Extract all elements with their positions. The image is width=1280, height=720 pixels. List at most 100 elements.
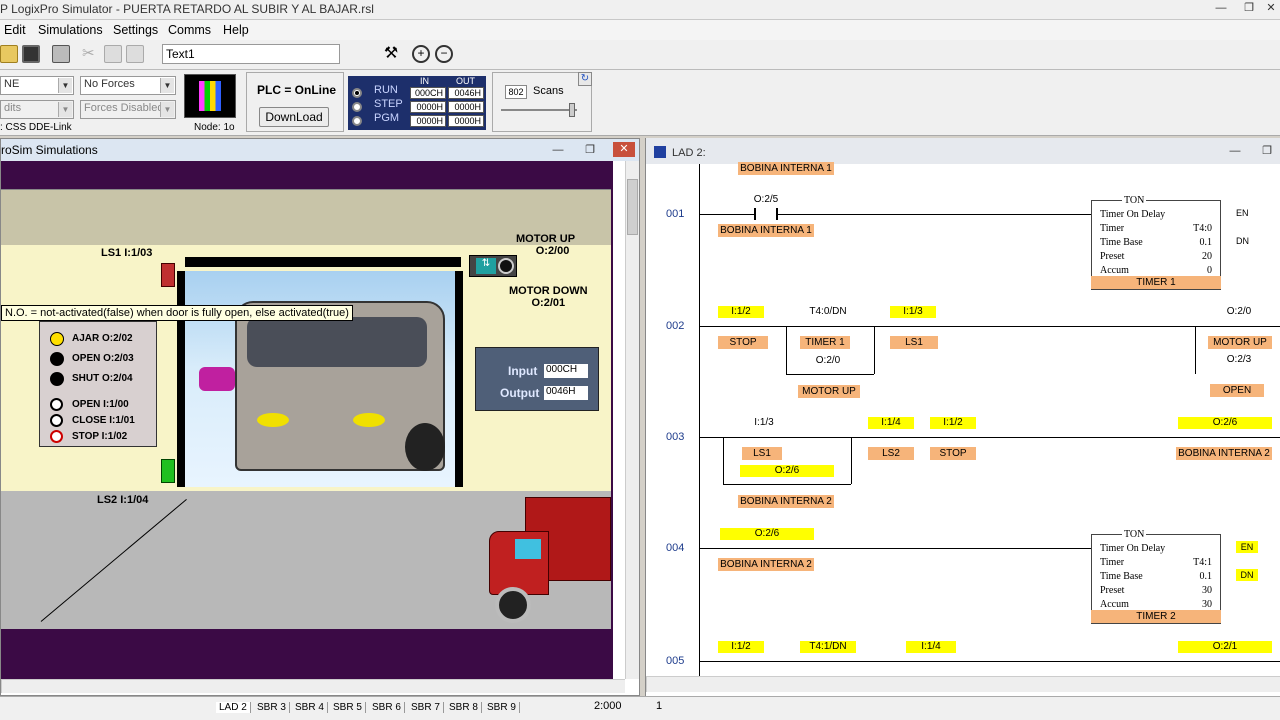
menu-edit[interactable]: Edit [4,23,26,37]
timer-value: T4:1 [1193,557,1212,568]
timer-label: Timer [1100,223,1125,234]
pgm-radio[interactable] [352,116,362,126]
branch-wire [786,374,874,375]
mode-select[interactable]: NE ▼ [0,76,74,95]
rung-number: 005 [666,655,685,667]
coil-address: O:2/6 [1178,417,1272,429]
close-icon[interactable]: ✕ [1262,1,1280,16]
menu-comms[interactable]: Comms [168,23,211,37]
tab-sbr7[interactable]: SBR 7 [408,702,444,713]
time-base-label: Time Base [1100,237,1143,248]
zoom-out-icon[interactable]: − [435,45,453,63]
run-mode-panel: RUN STEP PGM IN OUT 000CH 0000H 0000H 00… [348,76,486,130]
step-label: STEP [374,98,403,110]
in-header: IN [420,76,429,86]
forces-select-value: No Forces [84,78,135,90]
horizontal-scrollbar[interactable] [1,679,625,693]
ton-label: TON [1122,529,1147,540]
scroll-thumb[interactable] [627,179,638,235]
mode-select-value: NE [4,78,20,90]
preset-label: Preset [1100,585,1125,596]
preset-value: 20 [1202,251,1212,262]
tools-icon[interactable]: ⚒ [382,45,400,63]
branch-wire [1195,326,1196,374]
save-icon[interactable] [22,45,40,63]
plc-toolbar: NE ▼ dits ▼ No Forces ▼ Forces Disabled ▼ : … [0,70,1280,136]
tooltip: N.O. = not-activated(false) when door is… [1,305,353,321]
minimize-icon[interactable]: — [549,143,567,158]
plc-status: PLC = OnLine [257,83,337,97]
branch-wire [723,484,851,485]
menu-settings[interactable]: Settings [113,23,158,37]
top-label: BOBINA INTERNA 1 [738,162,834,175]
forces-disabled-select[interactable]: Forces Disabled ▼ [80,100,176,119]
motor-down-text: MOTOR DOWN [509,285,588,297]
ls2-label: LS2 I:1/04 [97,494,149,506]
contact-address: I:1/2 [718,306,764,318]
maximize-icon[interactable]: ❐ [1258,144,1276,159]
contact-name: STOP [718,336,768,349]
tab-sbr4[interactable]: SBR 4 [292,702,328,713]
contact-address: I:1/3 [754,417,774,428]
minimize-icon[interactable]: — [1212,1,1230,16]
rung-number: 003 [666,431,685,443]
tab-sbr9[interactable]: SBR 9 [484,702,520,713]
tab-sbr8[interactable]: SBR 8 [446,702,482,713]
text-field[interactable]: Text1 [162,44,340,64]
branch-wire [851,437,852,484]
edits-select-value: dits [4,102,22,114]
maximize-icon[interactable]: ❐ [1240,1,1258,16]
cut-icon[interactable]: ✂ [82,45,100,63]
vertical-scrollbar[interactable] [625,161,639,679]
zoom-in-icon[interactable]: + [412,45,430,63]
in-value-1: 000CH [410,87,446,99]
io-input-label: Input [508,364,538,378]
tab-sbr6[interactable]: SBR 6 [369,702,405,713]
paste-icon[interactable] [126,45,144,63]
io-output-label: Output [500,386,540,400]
print-icon[interactable] [52,45,70,63]
out-value-3: 0000H [448,115,484,127]
close-in-label: CLOSE I:1/01 [72,415,135,426]
coil-address: O:2/0 [1226,306,1252,317]
ls1-indicator [161,263,175,287]
close-icon[interactable]: ✕ [613,142,635,157]
timer-label: Timer [1100,557,1125,568]
run-radio[interactable] [352,88,362,98]
step-radio[interactable] [352,102,362,112]
menu-help[interactable]: Help [223,23,249,37]
download-button[interactable]: DownLoad [259,107,329,127]
branch-wire [874,326,875,374]
close-pushbutton[interactable] [50,414,63,427]
contact-no[interactable] [754,208,778,220]
ls1-label: LS1 I:1/03 [101,247,153,259]
accum-value: 30 [1202,599,1212,610]
tab-sbr3[interactable]: SBR 3 [254,702,290,713]
open-folder-icon[interactable] [0,45,18,63]
ls2-indicator [161,459,175,483]
motor-up-label: MOTOR UP O:2/00 [516,233,575,257]
minimize-icon[interactable]: — [1226,144,1244,159]
rung-number: 001 [666,208,685,220]
contact-name: LS1 [890,336,938,349]
tab-lad2[interactable]: LAD 2 [216,702,251,713]
contact-name: BOBINA INTERNA 1 [718,224,814,237]
scan-rate-slider[interactable] [501,109,577,111]
io-module: Input 000CH Output 0046H [475,347,599,411]
ladder-window: LAD 2: — ❐ BOBINA INTERNA 1 001 002 003 … [645,138,1280,696]
menu-simulations[interactable]: Simulations [38,23,103,37]
stop-pushbutton[interactable] [50,430,63,443]
horizontal-scrollbar[interactable] [646,676,1280,692]
bottom-bar: LAD 2 SBR 3 SBR 4 SBR 5 SBR 6 SBR 7 SBR … [0,696,1280,720]
slider-thumb[interactable] [569,103,575,117]
contact-name: LS1 [742,447,782,460]
ladder-window-caption: LAD 2: — ❐ [646,138,1280,164]
tab-sbr5[interactable]: SBR 5 [330,702,366,713]
maximize-icon[interactable]: ❐ [581,143,599,158]
forces-select[interactable]: No Forces ▼ [80,76,176,95]
copy-icon[interactable] [104,45,122,63]
open-pushbutton[interactable] [50,398,63,411]
edits-select[interactable]: dits ▼ [0,100,74,119]
open-lamp-icon [50,352,64,366]
refresh-icon[interactable]: ↻ [578,72,592,86]
